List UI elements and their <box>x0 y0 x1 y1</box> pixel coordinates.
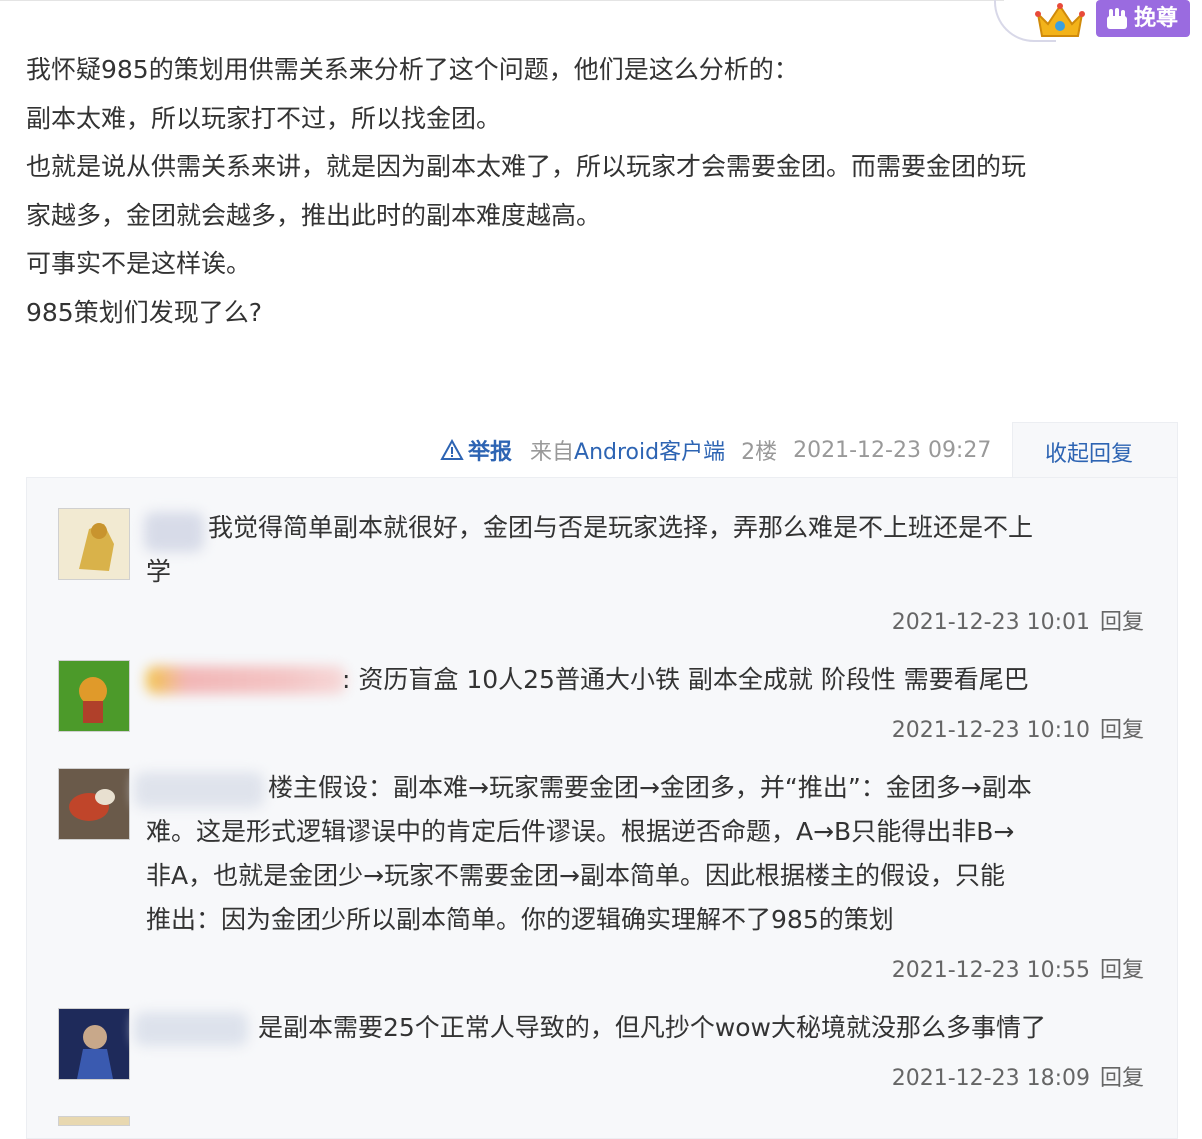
reply-meta: 2021-12-23 18:09 回复 <box>892 1060 1144 1092</box>
recommend-label: 挽尊 <box>1134 6 1179 31</box>
post-meta: 举报 来自 Android客户端 2楼 2021-12-23 09:27 <box>440 434 991 466</box>
reply-text: : 资历盲盒 10人25普通大小铁 副本全成就 阶段性 需要看尾巴 <box>342 665 1029 694</box>
reply-time: 2021-12-23 10:01 <box>891 610 1090 635</box>
collapse-replies-link[interactable]: 收起回复 <box>1045 436 1133 468</box>
reply-text: 难。这是形式逻辑谬误中的肯定后件谬误。根据逆否命题，A→B只能得出非B→ <box>146 817 1015 846</box>
blurred-username <box>144 512 204 552</box>
reply-time: 2021-12-23 10:55 <box>891 958 1090 983</box>
reply-meta: 2021-12-23 10:10 回复 <box>892 712 1144 744</box>
reply-button[interactable]: 回复 <box>1100 718 1144 743</box>
top-divider <box>0 0 1010 5</box>
reply-text: 非A，也就是金团少→玩家不需要金团→副本简单。因此根据楼主的假设，只能 <box>146 861 1005 890</box>
reply-button[interactable]: 回复 <box>1100 1066 1144 1091</box>
reply-button[interactable]: 回复 <box>1100 958 1144 983</box>
crown-icon[interactable] <box>1034 0 1086 40</box>
recommend-button[interactable]: 挽尊 <box>1096 0 1190 37</box>
post-line: 家越多，金团就会越多，推出此时的副本难度越高。 <box>26 200 602 230</box>
post-datetime: 2021-12-23 09:27 <box>793 437 992 463</box>
avatar[interactable] <box>58 768 130 840</box>
reply-text: 我觉得简单副本就很好，金团与否是玩家选择，弄那么难是不上班还是不上 <box>208 513 1034 542</box>
reply-time: 2021-12-23 10:10 <box>891 718 1090 743</box>
reply-text: 推出：因为金团少所以副本简单。你的逻辑确实理解不了985的策划 <box>146 905 894 934</box>
post-line: 可事实不是这样诶。 <box>26 249 252 278</box>
post-line: 副本太难，所以玩家打不过，所以找金团。 <box>26 103 502 133</box>
reply-time: 2021-12-23 18:09 <box>891 1066 1090 1091</box>
blurred-username <box>134 772 264 808</box>
avatar[interactable] <box>58 1008 130 1080</box>
source-prefix: 来自 <box>530 440 575 465</box>
report-label: 举报 <box>468 440 513 465</box>
reply-button[interactable]: 回复 <box>1100 610 1144 635</box>
post-line: 也就是说从供需关系来讲，就是因为副本太难了，所以玩家才会需要金团。而需要金团的玩 <box>26 152 1027 181</box>
avatar[interactable] <box>58 660 130 732</box>
reply-text: 学 <box>146 557 172 586</box>
badge-area: 挽尊 <box>994 0 1194 42</box>
post-line: 我怀疑985的策划用供需关系来分析了这个问题，他们是这么分析的： <box>26 55 799 84</box>
hand-icon <box>1104 6 1130 32</box>
reply-meta: 2021-12-23 10:55 回复 <box>892 952 1144 984</box>
post-line: 985策划们发现了么? <box>26 297 262 327</box>
report-link[interactable]: 举报 <box>440 434 512 466</box>
blurred-username <box>134 1012 248 1046</box>
reply-text: 楼主假设：副本难→玩家需要金团→金团多，并“推出”：金团多→副本 <box>268 773 1032 802</box>
avatar[interactable] <box>58 508 130 580</box>
reply-meta: 2021-12-23 10:01 回复 <box>892 604 1144 636</box>
warning-icon <box>440 438 464 461</box>
post-content: 我怀疑985的策划用供需关系来分析了这个问题，他们是这么分析的： 副本太难，所以… <box>26 46 1176 337</box>
source-client-link[interactable]: Android客户端 <box>574 434 725 466</box>
blurred-username <box>146 666 346 694</box>
reply-text: 是副本需要25个正常人导致的，但凡抄个wow大秘境就没那么多事情了 <box>258 1013 1047 1042</box>
floor-number: 2楼 <box>741 440 778 465</box>
avatar[interactable] <box>58 1116 130 1126</box>
